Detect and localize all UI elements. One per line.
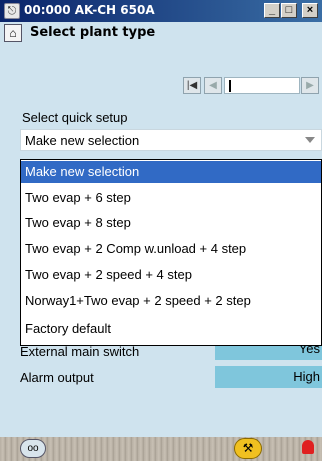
quick-setup-select[interactable]: Make new selection [20, 129, 322, 151]
home-icon[interactable]: ⌂ [4, 24, 22, 42]
wrench-icon[interactable]: ⚒ [234, 438, 262, 459]
dropdown-option[interactable]: Norway1+Two evap + 2 speed + 2 step [21, 290, 321, 312]
page-input[interactable] [224, 77, 300, 94]
dropdown-option[interactable]: Two evap + 2 speed + 4 step [21, 264, 321, 286]
dropdown-option[interactable]: Make new selection [21, 161, 321, 183]
alarm-bell-icon[interactable] [302, 440, 314, 454]
window-title: 00:000 AK-CH 650A [24, 3, 155, 17]
prev-page-button[interactable]: ◀ [204, 77, 222, 94]
text-cursor [229, 80, 231, 92]
row-label-alarm-output: Alarm output [20, 370, 94, 385]
page-title: Select plant type [30, 25, 156, 40]
close-button[interactable]: × [302, 3, 318, 18]
quick-setup-value: Make new selection [25, 133, 140, 148]
dropdown-option[interactable]: Two evap + 8 step [21, 212, 321, 234]
quick-setup-dropdown[interactable]: Make new selection Two evap + 6 step Two… [20, 159, 322, 346]
row-value-alarm-output[interactable]: High [215, 366, 322, 388]
app-icon: ⎋ [4, 3, 20, 19]
first-page-button[interactable]: |◀ [183, 77, 201, 94]
minimize-button[interactable]: _ [264, 3, 280, 18]
chevron-down-icon[interactable] [305, 137, 315, 143]
quick-setup-label: Select quick setup [22, 110, 128, 125]
dropdown-option[interactable]: Factory default [21, 318, 321, 340]
title-bar: ⎋ 00:000 AK-CH 650A _ □ × [0, 0, 322, 22]
row-label-main-switch: External main switch [20, 344, 140, 359]
maximize-button[interactable]: □ [281, 3, 297, 18]
bottom-toolbar: oo ⚒ [0, 437, 322, 461]
next-page-button[interactable]: ▶ [301, 77, 319, 94]
dropdown-option[interactable]: Two evap + 2 Comp w.unload + 4 step [21, 238, 321, 260]
dropdown-option[interactable]: Two evap + 6 step [21, 187, 321, 209]
page-header: ⌂ Select plant type [0, 22, 322, 62]
binoculars-icon[interactable]: oo [20, 439, 46, 458]
